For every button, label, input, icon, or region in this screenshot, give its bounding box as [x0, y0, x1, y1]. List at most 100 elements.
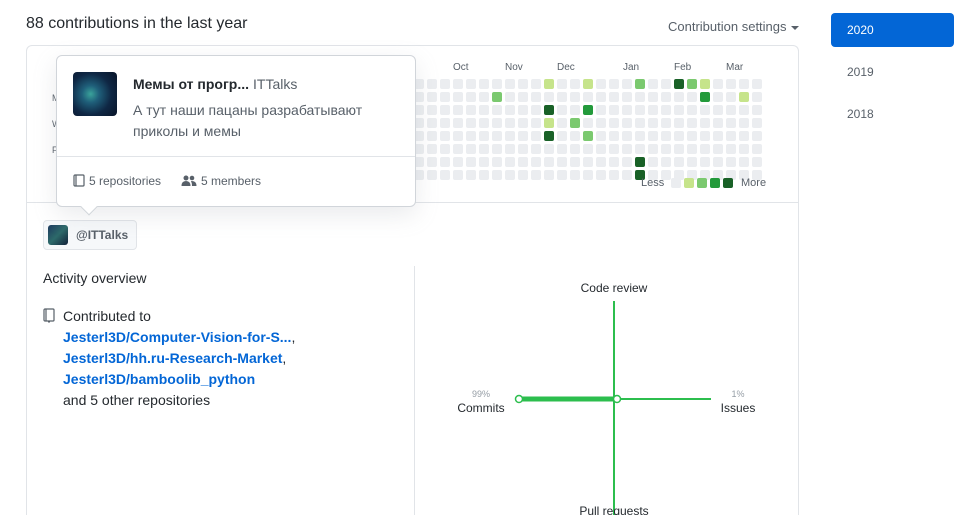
- contribution-day-cell[interactable]: [583, 157, 593, 167]
- contribution-day-cell[interactable]: [752, 157, 762, 167]
- contribution-day-cell[interactable]: [713, 157, 723, 167]
- contribution-day-cell[interactable]: [570, 157, 580, 167]
- contribution-day-cell[interactable]: [622, 105, 632, 115]
- contribution-day-cell[interactable]: [440, 131, 450, 141]
- contribution-day-cell[interactable]: [661, 131, 671, 141]
- contribution-day-cell[interactable]: [427, 105, 437, 115]
- contribution-day-cell[interactable]: [531, 105, 541, 115]
- contribution-day-cell[interactable]: [648, 157, 658, 167]
- contribution-day-cell[interactable]: [752, 144, 762, 154]
- year-2019[interactable]: 2019: [831, 55, 954, 89]
- contribution-day-cell[interactable]: [544, 170, 554, 180]
- contribution-day-cell[interactable]: [518, 105, 528, 115]
- contribution-day-cell[interactable]: [440, 105, 450, 115]
- contribution-day-cell[interactable]: [674, 92, 684, 102]
- contribution-day-cell[interactable]: [492, 170, 502, 180]
- contribution-day-cell[interactable]: [505, 157, 515, 167]
- contribution-day-cell[interactable]: [635, 131, 645, 141]
- contribution-day-cell[interactable]: [453, 144, 463, 154]
- contribution-day-cell[interactable]: [726, 118, 736, 128]
- contribution-day-cell[interactable]: [544, 118, 554, 128]
- contribution-day-cell[interactable]: [726, 92, 736, 102]
- contribution-day-cell[interactable]: [531, 157, 541, 167]
- contribution-day-cell[interactable]: [622, 79, 632, 89]
- org-login[interactable]: ITTalks: [253, 76, 297, 92]
- contribution-day-cell[interactable]: [661, 105, 671, 115]
- contribution-day-cell[interactable]: [557, 170, 567, 180]
- contribution-day-cell[interactable]: [518, 92, 528, 102]
- contribution-day-cell[interactable]: [505, 170, 515, 180]
- contribution-day-cell[interactable]: [453, 170, 463, 180]
- contribution-day-cell[interactable]: [570, 131, 580, 141]
- contribution-day-cell[interactable]: [635, 157, 645, 167]
- contribution-day-cell[interactable]: [648, 105, 658, 115]
- contribution-day-cell[interactable]: [583, 92, 593, 102]
- contribution-day-cell[interactable]: [544, 144, 554, 154]
- repo-link[interactable]: Jesterl3D/bamboolib_python: [63, 371, 255, 387]
- contribution-day-cell[interactable]: [700, 105, 710, 115]
- contribution-day-cell[interactable]: [466, 131, 476, 141]
- contribution-day-cell[interactable]: [622, 157, 632, 167]
- contribution-day-cell[interactable]: [557, 144, 567, 154]
- contribution-day-cell[interactable]: [713, 79, 723, 89]
- contribution-day-cell[interactable]: [505, 92, 515, 102]
- contribution-day-cell[interactable]: [609, 105, 619, 115]
- contribution-day-cell[interactable]: [531, 144, 541, 154]
- contribution-day-cell[interactable]: [492, 144, 502, 154]
- contribution-day-cell[interactable]: [427, 144, 437, 154]
- contribution-day-cell[interactable]: [492, 105, 502, 115]
- contribution-day-cell[interactable]: [648, 131, 658, 141]
- contribution-day-cell[interactable]: [609, 131, 619, 141]
- contribution-day-cell[interactable]: [492, 92, 502, 102]
- contribution-day-cell[interactable]: [700, 118, 710, 128]
- contribution-day-cell[interactable]: [440, 170, 450, 180]
- contribution-day-cell[interactable]: [583, 131, 593, 141]
- contribution-day-cell[interactable]: [752, 92, 762, 102]
- contribution-day-cell[interactable]: [596, 157, 606, 167]
- contribution-day-cell[interactable]: [505, 144, 515, 154]
- contribution-day-cell[interactable]: [440, 92, 450, 102]
- contribution-day-cell[interactable]: [674, 157, 684, 167]
- contribution-day-cell[interactable]: [726, 144, 736, 154]
- contribution-day-cell[interactable]: [492, 157, 502, 167]
- year-2020[interactable]: 2020: [831, 13, 954, 47]
- contribution-day-cell[interactable]: [635, 144, 645, 154]
- contribution-day-cell[interactable]: [635, 118, 645, 128]
- contribution-day-cell[interactable]: [713, 92, 723, 102]
- contribution-day-cell[interactable]: [479, 118, 489, 128]
- contribution-day-cell[interactable]: [674, 118, 684, 128]
- contribution-day-cell[interactable]: [739, 79, 749, 89]
- contribution-day-cell[interactable]: [635, 105, 645, 115]
- contribution-day-cell[interactable]: [752, 118, 762, 128]
- contribution-day-cell[interactable]: [531, 92, 541, 102]
- contribution-day-cell[interactable]: [674, 105, 684, 115]
- contribution-day-cell[interactable]: [479, 131, 489, 141]
- contribution-day-cell[interactable]: [674, 79, 684, 89]
- contribution-day-cell[interactable]: [583, 79, 593, 89]
- org-repositories-count[interactable]: 5 repositories: [73, 174, 161, 188]
- contribution-day-cell[interactable]: [479, 144, 489, 154]
- contribution-day-cell[interactable]: [453, 118, 463, 128]
- contribution-day-cell[interactable]: [687, 118, 697, 128]
- contribution-day-cell[interactable]: [609, 170, 619, 180]
- contribution-day-cell[interactable]: [648, 144, 658, 154]
- contribution-day-cell[interactable]: [518, 118, 528, 128]
- contribution-day-cell[interactable]: [583, 105, 593, 115]
- contribution-day-cell[interactable]: [687, 144, 697, 154]
- contribution-day-cell[interactable]: [635, 79, 645, 89]
- contribution-day-cell[interactable]: [674, 131, 684, 141]
- contribution-day-cell[interactable]: [479, 79, 489, 89]
- contribution-day-cell[interactable]: [752, 131, 762, 141]
- contribution-day-cell[interactable]: [739, 157, 749, 167]
- contribution-day-cell[interactable]: [557, 79, 567, 89]
- org-filter-chip[interactable]: @ITTalks: [43, 220, 138, 250]
- contribution-day-cell[interactable]: [570, 79, 580, 89]
- contribution-day-cell[interactable]: [700, 79, 710, 89]
- contribution-day-cell[interactable]: [596, 92, 606, 102]
- contribution-day-cell[interactable]: [609, 79, 619, 89]
- contribution-day-cell[interactable]: [648, 92, 658, 102]
- contribution-day-cell[interactable]: [466, 118, 476, 128]
- contribution-day-cell[interactable]: [622, 118, 632, 128]
- contribution-day-cell[interactable]: [596, 170, 606, 180]
- contribution-day-cell[interactable]: [453, 92, 463, 102]
